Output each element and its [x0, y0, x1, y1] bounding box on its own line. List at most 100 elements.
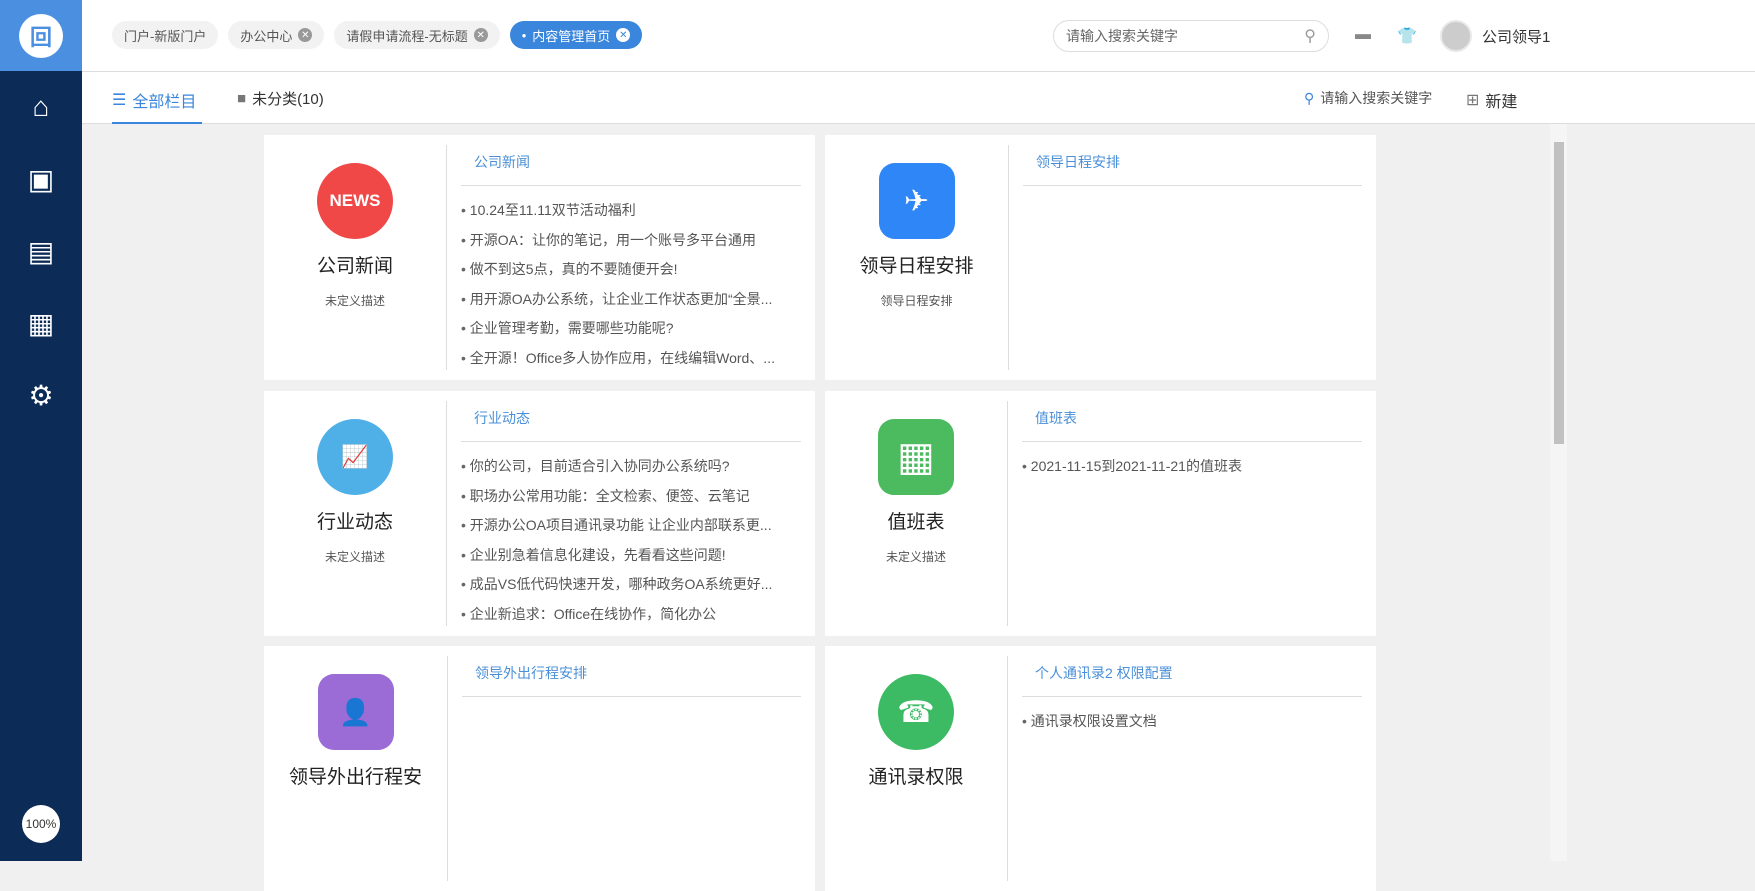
tab-uncategorized[interactable]: ■ 未分类(10)	[237, 88, 324, 109]
open-tabs: 门户-新版门户 办公中心 ✕ 请假申请流程-无标题 ✕ • 内容管理首页 ✕	[112, 21, 643, 49]
item-list: 通讯录权限设置文档	[1022, 697, 1362, 737]
chart-icon: 📈	[317, 419, 393, 495]
card-summary[interactable]: 📈 行业动态 未定义描述	[264, 391, 446, 636]
card-list: 领导外出行程安排	[447, 656, 815, 881]
card-desc: 领导日程安排	[880, 294, 953, 308]
list-item[interactable]: 成品VS低代码快速开发，哪种政务OA系统更好...	[461, 570, 801, 600]
search-icon: ⚲	[1304, 89, 1315, 106]
card-list: 值班表 2021-11-15到2021-11-21的值班表	[1007, 401, 1376, 626]
panel-title[interactable]: 领导日程安排	[1023, 145, 1362, 186]
airplane-icon: ✈	[878, 163, 955, 239]
tab-leave[interactable]: 请假申请流程-无标题 ✕	[334, 21, 500, 49]
card-summary[interactable]: NEWS 公司新闻 未定义描述	[264, 135, 446, 380]
zoom-level[interactable]: 100%	[22, 805, 60, 843]
user-name[interactable]: 公司领导1	[1482, 26, 1550, 47]
tab-label: 门户-新版门户	[124, 28, 207, 44]
list-item[interactable]: 通讯录权限设置文档	[1022, 707, 1362, 737]
card-summary[interactable]: 👤 领导外出行程安	[264, 646, 447, 891]
card-title: 行业动态	[316, 512, 393, 533]
list-item[interactable]: 你的公司，目前适合引入协同办公系统吗?	[461, 452, 801, 482]
add-folder-icon: ⊞	[1466, 92, 1480, 109]
news-icon[interactable]: ▤	[0, 215, 82, 287]
list-item[interactable]: 10.24至11.11双节活动福利	[461, 196, 801, 226]
panel-title[interactable]: 行业动态	[461, 401, 801, 442]
user-settings-icon[interactable]: ⚙	[0, 359, 82, 431]
calendar-icon[interactable]: ▦	[0, 287, 82, 359]
panel-title[interactable]: 公司新闻	[461, 145, 801, 186]
tab-portal[interactable]: 门户-新版门户	[112, 21, 219, 49]
search-input[interactable]: 请输入搜索关键字 ⚲	[1053, 20, 1329, 52]
tab-label: 全部栏目	[132, 94, 197, 111]
message-icon[interactable]: ▬	[1355, 26, 1371, 44]
column-card: ▦ 值班表 未定义描述 值班表 2021-11-15到2021-11-21的值班…	[825, 391, 1376, 636]
column-card: NEWS 公司新闻 未定义描述 公司新闻 10.24至11.11双节活动福利开源…	[264, 135, 815, 380]
panel-title[interactable]: 个人通讯录2 权限配置	[1022, 656, 1362, 697]
close-icon[interactable]: ✕	[616, 28, 631, 42]
close-icon[interactable]: ✕	[298, 28, 313, 42]
column-card: ✈ 领导日程安排 领导日程安排 领导日程安排	[825, 135, 1376, 380]
new-button[interactable]: ⊞ 新建	[1466, 88, 1517, 112]
close-icon[interactable]: ✕	[473, 28, 488, 42]
card-desc: 未定义描述	[885, 550, 946, 564]
list-item[interactable]: 开源办公OA项目通讯录功能 让企业内部联系更...	[461, 511, 801, 541]
tab-label: 请假申请流程-无标题	[346, 28, 468, 44]
tab-all-columns[interactable]: ☰ 全部栏目	[112, 88, 203, 124]
phone-book-icon: ☎	[878, 674, 954, 750]
card-summary[interactable]: ▦ 值班表 未定义描述	[825, 391, 1007, 636]
sidebar: 回 ⌂ ▣ ▤ ▦ ⚙ 100%	[0, 0, 82, 861]
home-icon[interactable]: ⌂	[0, 71, 82, 143]
sub-toolbar: ☰ 全部栏目 ■ 未分类(10) ⚲ 请输入搜索关键字 ⊞ 新建	[82, 72, 1755, 124]
scrollbar-thumb[interactable]	[1554, 142, 1564, 444]
header: 门户-新版门户 办公中心 ✕ 请假申请流程-无标题 ✕ • 内容管理首页 ✕ 请输入搜索…	[82, 0, 1755, 72]
tab-label: 内容管理首页	[532, 28, 611, 44]
logo[interactable]: 回	[0, 0, 82, 71]
column-card: 📈 行业动态 未定义描述 行业动态 你的公司，目前适合引入协同办公系统吗?职场办…	[264, 391, 815, 636]
list-item[interactable]: 职场办公常用功能：全文检索、便签、云笔记	[461, 482, 801, 512]
shirt-icon[interactable]: 👕	[1397, 26, 1417, 46]
search-icon[interactable]: ⚲	[1304, 26, 1316, 46]
new-label: 新建	[1485, 94, 1518, 111]
scrollbar[interactable]	[1550, 124, 1567, 861]
card-list: 领导日程安排	[1008, 145, 1376, 370]
card-title: 领导外出行程安	[288, 767, 422, 788]
news-icon: NEWS	[317, 163, 393, 239]
search-placeholder: 请输入搜索关键字	[1066, 28, 1178, 44]
list-item[interactable]: 开源OA：让你的笔记，用一个账号多平台通用	[461, 226, 801, 256]
tab-office[interactable]: 办公中心 ✕	[228, 21, 325, 49]
card-title: 通讯录权限	[868, 767, 964, 788]
card-summary[interactable]: ✈ 领导日程安排 领导日程安排	[825, 135, 1008, 380]
card-summary[interactable]: ☎ 通讯录权限	[825, 646, 1007, 891]
tab-content-home[interactable]: • 内容管理首页 ✕	[509, 21, 643, 49]
card-list: 个人通讯录2 权限配置 通讯录权限设置文档	[1007, 656, 1376, 881]
item-list: 你的公司，目前适合引入协同办公系统吗?职场办公常用功能：全文检索、便签、云笔记开…	[461, 442, 801, 629]
calendar-icon: ▦	[878, 419, 954, 495]
list-item[interactable]: 企业新追求：Office在线协作，简化办公	[461, 600, 801, 630]
list-item[interactable]: 做不到这5点，真的不要随便开会!	[461, 255, 801, 285]
item-list	[1023, 186, 1362, 196]
content-search[interactable]: ⚲ 请输入搜索关键字	[1304, 88, 1432, 108]
contact-card-icon: 👤	[317, 674, 394, 750]
card-title: 公司新闻	[316, 256, 393, 277]
list-item[interactable]: 企业管理考勤，需要哪些功能呢?	[461, 314, 801, 344]
list-item[interactable]: 2021-11-15到2021-11-21的值班表	[1022, 452, 1362, 482]
monitor-user-icon[interactable]: ▣	[0, 143, 82, 215]
dot-icon: •	[521, 27, 527, 43]
card-list: 公司新闻 10.24至11.11双节活动福利开源OA：让你的笔记，用一个账号多平…	[446, 145, 815, 370]
tab-label: 办公中心	[240, 28, 293, 44]
folder-icon: ■	[237, 90, 247, 107]
item-list: 10.24至11.11双节活动福利开源OA：让你的笔记，用一个账号多平台通用做不…	[461, 186, 801, 373]
list-item[interactable]: 用开源OA办公系统，让企业工作状态更加“全景...	[461, 285, 801, 315]
card-title: 值班表	[887, 512, 945, 533]
card-desc: 未定义描述	[324, 294, 385, 308]
card-list: 行业动态 你的公司，目前适合引入协同办公系统吗?职场办公常用功能：全文检索、便签…	[446, 401, 815, 626]
list-item[interactable]: 企业别急着信息化建设，先看看这些问题!	[461, 541, 801, 571]
card-title: 领导日程安排	[859, 256, 974, 277]
panel-title[interactable]: 领导外出行程安排	[462, 656, 801, 697]
avatar[interactable]	[1440, 20, 1472, 52]
panel-title[interactable]: 值班表	[1022, 401, 1362, 442]
card-desc: 未定义描述	[324, 550, 385, 564]
list-icon: ☰	[112, 92, 127, 109]
logo-icon: 回	[19, 13, 63, 58]
tab-label: 未分类(10)	[252, 91, 324, 108]
list-item[interactable]: 全开源！Office多人协作应用，在线编辑Word、...	[461, 344, 801, 374]
